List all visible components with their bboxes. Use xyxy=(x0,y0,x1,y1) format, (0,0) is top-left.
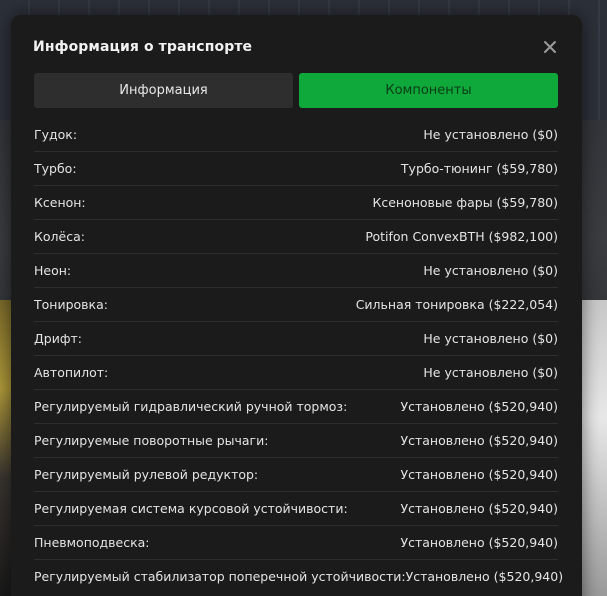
component-row: Пневмоподвеска: Установлено ($520,940) xyxy=(34,526,558,560)
component-value: Установлено ($520,940) xyxy=(400,399,559,414)
component-row: Турбо: Турбо-тюнинг ($59,780) xyxy=(34,152,558,186)
component-value: Не установлено ($0) xyxy=(423,263,558,278)
component-label: Гудок: xyxy=(34,127,78,142)
component-value: Сильная тонировка ($222,054) xyxy=(355,297,558,312)
game-background-right xyxy=(581,300,607,596)
component-value: Установлено ($520,940) xyxy=(400,535,559,550)
component-row: Регулируемый стабилизатор поперечной уст… xyxy=(34,560,563,593)
component-value: Не установлено ($0) xyxy=(423,365,558,380)
component-value: Установлено ($520,940) xyxy=(400,467,559,482)
component-row: Неон: Не установлено ($0) xyxy=(34,254,558,288)
close-icon xyxy=(544,41,556,53)
tab-information[interactable]: Информация xyxy=(34,73,293,108)
tab-bar: Информация Компоненты xyxy=(34,73,558,108)
component-label: Тонировка: xyxy=(34,297,108,312)
modal-title: Информация о транспорте xyxy=(33,39,253,55)
vehicle-info-modal: Информация о транспорте Информация Компо… xyxy=(11,15,582,596)
components-list: Гудок: Не установлено ($0) Турбо: Турбо-тюн… xyxy=(34,118,563,593)
component-label: Регулируемый стабилизатор поперечной уст… xyxy=(34,569,406,584)
component-label: Регулируемый гидравлический ручной тормо… xyxy=(34,399,348,414)
component-label: Ксенон: xyxy=(34,195,86,210)
component-label: Регулируемый рулевой редуктор: xyxy=(34,467,259,482)
component-row: Регулируемая система курсовой устойчивос… xyxy=(34,492,558,526)
component-value: Установлено ($520,940) xyxy=(400,433,559,448)
component-label: Автопилот: xyxy=(34,365,109,380)
component-label: Неон: xyxy=(34,263,72,278)
component-row: Регулируемые поворотные рычаги: Установле… xyxy=(34,424,558,458)
component-value: Potifon ConvexBTH ($982,100) xyxy=(365,229,558,244)
close-button[interactable] xyxy=(540,37,560,57)
component-row: Дрифт: Не установлено ($0) xyxy=(34,322,558,356)
component-value: Установлено ($520,940) xyxy=(405,569,564,584)
modal-header: Информация о транспорте xyxy=(33,39,560,61)
component-value: Не установлено ($0) xyxy=(423,331,558,346)
component-label: Регулируемая система курсовой устойчивос… xyxy=(34,501,348,516)
component-value: Не установлено ($0) xyxy=(423,127,558,142)
component-row: Регулируемый гидравлический ручной тормо… xyxy=(34,390,558,424)
component-row: Гудок: Не установлено ($0) xyxy=(34,118,558,152)
component-row: Тонировка: Сильная тонировка ($222,054) xyxy=(34,288,558,322)
component-row: Автопилот: Не установлено ($0) xyxy=(34,356,558,390)
component-row: Регулируемый рулевой редуктор: Установлен… xyxy=(34,458,558,492)
tab-components[interactable]: Компоненты xyxy=(299,73,558,108)
component-label: Регулируемые поворотные рычаги: xyxy=(34,433,269,448)
component-value: Установлено ($520,940) xyxy=(400,501,559,516)
component-row: Ксенон: Ксеноновые фары ($59,780) xyxy=(34,186,558,220)
component-label: Пневмоподвеска: xyxy=(34,535,150,550)
component-label: Дрифт: xyxy=(34,331,83,346)
component-label: Колёса: xyxy=(34,229,85,244)
component-value: Ксеноновые фары ($59,780) xyxy=(372,195,558,210)
component-row: Колёса: Potifon ConvexBTH ($982,100) xyxy=(34,220,558,254)
component-label: Турбо: xyxy=(34,161,77,176)
component-value: Турбо-тюнинг ($59,780) xyxy=(400,161,558,176)
